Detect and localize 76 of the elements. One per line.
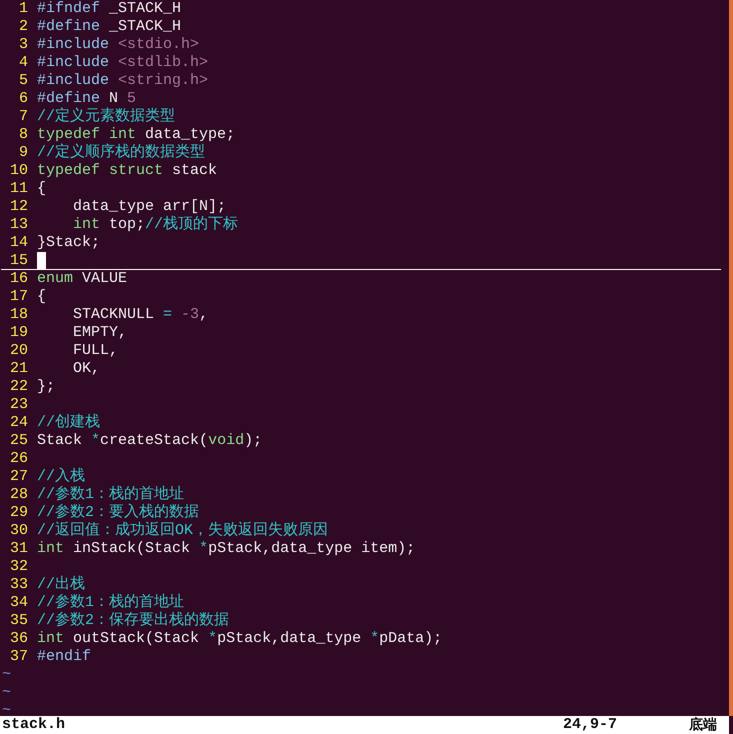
line-number: 32 xyxy=(8,558,28,576)
code-line: //参数2：要入栈的数据 xyxy=(37,504,200,522)
line-number: 23 xyxy=(8,396,28,414)
code-line: //定义元素数据类型 xyxy=(37,108,176,126)
code-line: int top;//栈顶的下标 xyxy=(72,216,238,234)
line-number: 35 xyxy=(8,612,28,630)
line-number: 20 xyxy=(8,342,28,360)
line-number: 36 xyxy=(8,630,28,648)
line-number: 1 xyxy=(18,0,28,18)
line-number: 34 xyxy=(8,594,28,612)
line-number: 37 xyxy=(8,648,28,666)
code-line: #define _STACK_H xyxy=(37,18,182,36)
line-number: 16 xyxy=(8,270,28,288)
scroll-position: 底端 xyxy=(689,716,718,734)
code-line: FULL, xyxy=(72,342,118,360)
line-number: 22 xyxy=(8,378,28,396)
line-number: 12 xyxy=(8,198,28,216)
empty-line-marker: ~ xyxy=(1,702,12,716)
code-line: #ifndef _STACK_H xyxy=(37,0,182,18)
line-number: 3 xyxy=(18,36,28,54)
empty-line-marker: ~ xyxy=(1,666,12,684)
code-line: typedef struct stack xyxy=(37,162,218,180)
code-line: //返回值：成功返回OK，失败返回失败原因 xyxy=(37,522,328,540)
code-line: int inStack(Stack *pStack,data_type item); xyxy=(37,540,416,558)
code-line: EMPTY, xyxy=(72,324,128,342)
code-line: }Stack; xyxy=(37,234,100,252)
line-number: 10 xyxy=(8,162,28,180)
line-number: 4 xyxy=(18,54,28,72)
code-line: { xyxy=(37,180,46,198)
line-number: 17 xyxy=(8,288,28,306)
code-line: int outStack(Stack *pStack,data_type *pData); xyxy=(37,630,442,648)
line-number: 2 xyxy=(18,18,28,36)
code-line: //参数1：栈的首地址 xyxy=(37,594,184,612)
code-line: #define N 5 xyxy=(37,90,136,107)
code-line: //创建栈 xyxy=(37,414,100,432)
line-number: 15 xyxy=(8,252,28,268)
line-number: 9 xyxy=(18,144,28,162)
empty-line-marker: ~ xyxy=(1,684,12,702)
line-number: 27 xyxy=(8,468,28,486)
code-line: //参数2：保存要出栈的数据 xyxy=(37,612,230,630)
cursor-position: 24,9-7 xyxy=(563,716,618,734)
code-line: //定义顺序栈的数据类型 xyxy=(37,144,206,162)
line-number: 7 xyxy=(18,108,28,126)
line-number: 19 xyxy=(8,324,28,342)
code-line: //出栈 xyxy=(37,576,86,594)
code-line: enum VALUE xyxy=(37,270,128,288)
code-line: #endif xyxy=(37,648,92,666)
line-number: 21 xyxy=(8,360,28,378)
line-number: 11 xyxy=(8,180,28,198)
code-line: #include <stdlib.h> xyxy=(37,54,208,72)
line-number: 24 xyxy=(8,414,28,432)
line-number: 30 xyxy=(8,522,28,540)
line-number: 13 xyxy=(8,216,28,234)
code-line: data_type arr[N]; xyxy=(72,198,226,216)
line-number: 25 xyxy=(8,432,28,450)
line-number: 8 xyxy=(18,126,28,144)
code-line: //参数1：栈的首地址 xyxy=(37,486,184,504)
code-line: STACKNULL = -3, xyxy=(72,306,208,324)
line-number: 31 xyxy=(8,540,28,558)
code-line: #include <stdio.h> xyxy=(37,36,200,54)
line-number: 18 xyxy=(8,306,28,324)
code-line: }; xyxy=(37,378,56,396)
code-line: typedef int data_type; xyxy=(37,126,236,143)
line-number: 26 xyxy=(8,450,28,468)
code-line: #include <string.h> xyxy=(37,72,208,90)
line-number: 5 xyxy=(18,72,28,90)
line-number: 14 xyxy=(8,234,28,252)
file-name: stack.h xyxy=(2,716,66,734)
code-line: //入栈 xyxy=(37,468,86,486)
line-number: 28 xyxy=(8,486,28,504)
code-line: OK, xyxy=(72,360,100,378)
line-number: 6 xyxy=(18,90,28,108)
code-line: Stack *createStack(void); xyxy=(37,432,262,450)
code-line: { xyxy=(37,288,46,306)
line-number: 33 xyxy=(8,576,28,594)
line-number: 29 xyxy=(8,504,28,522)
